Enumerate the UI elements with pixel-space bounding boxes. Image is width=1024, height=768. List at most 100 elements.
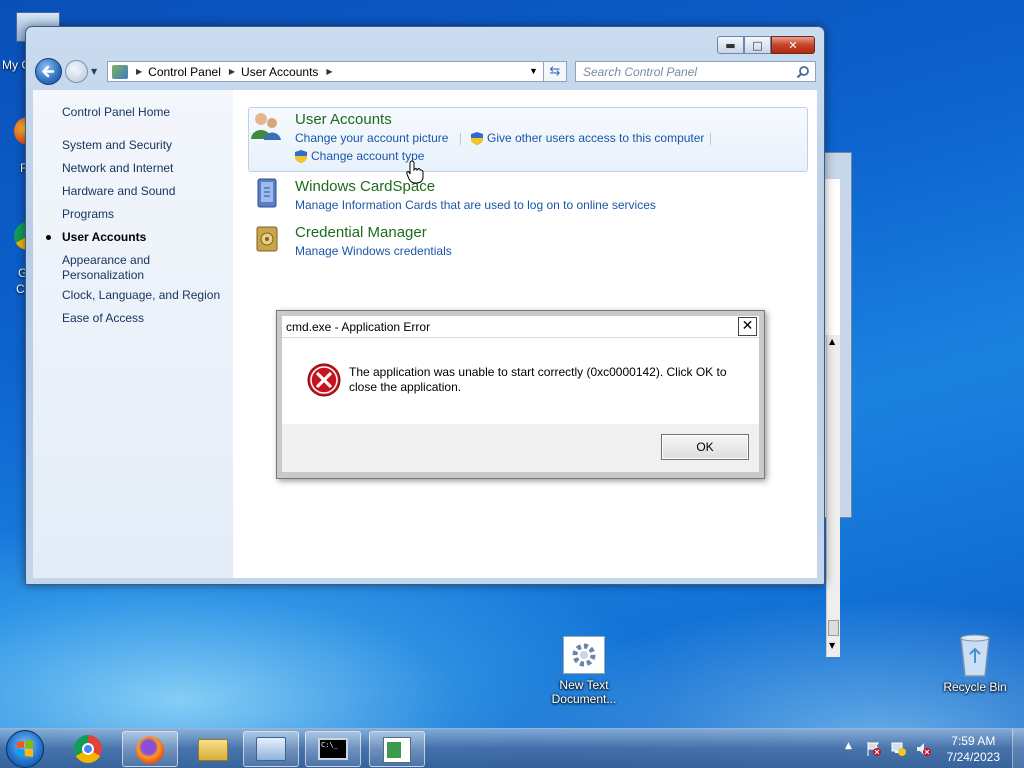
desktop-icon-recycle-bin[interactable]: Recycle Bin <box>930 632 1020 694</box>
search-icon[interactable] <box>796 65 810 79</box>
uac-shield-icon <box>471 132 483 145</box>
scroll-up-arrow-icon[interactable]: ▲ <box>829 337 835 346</box>
refresh-icon: ⇆ <box>549 64 561 79</box>
background-window-scrollbar[interactable]: ▲ ▼ <box>826 335 840 657</box>
nav-appearance-and-personalization[interactable]: Appearance and Personalization <box>62 253 150 283</box>
system-clock[interactable]: 7:59 AM 7/24/2023 <box>947 733 1000 765</box>
speaker-muted-icon[interactable] <box>915 741 931 757</box>
breadcrumb-arrow-icon[interactable]: ▶ <box>229 67 235 76</box>
link-manage-information-cards[interactable]: Manage Information Cards that are used t… <box>295 198 656 212</box>
scroll-down-arrow-icon[interactable]: ▼ <box>829 641 835 650</box>
action-center-flag-icon[interactable] <box>866 741 882 757</box>
windows-logo-icon <box>17 740 33 757</box>
scrollbar-thumb[interactable] <box>828 620 839 636</box>
address-bar[interactable]: ▶ Control Panel ▶ User Accounts ▶ ▼ <box>107 61 567 82</box>
error-icon <box>307 363 341 397</box>
error-message-line: close the application. <box>349 380 462 394</box>
desktop-icon-label: New Text <box>559 678 609 692</box>
desktop-icon-label: Recycle Bin <box>943 680 1007 694</box>
application-error-dialog[interactable]: cmd.exe - Application Error ✕ The applic… <box>276 310 765 479</box>
error-message: The application was unable to start corr… <box>349 365 739 395</box>
nav-programs[interactable]: Programs <box>62 207 114 222</box>
error-message-line: The application was unable to start corr… <box>349 365 727 379</box>
hand-cursor-icon <box>406 160 424 184</box>
recent-pages-dropdown[interactable]: ▼ <box>91 67 97 76</box>
address-dropdown-icon[interactable]: ▼ <box>529 66 538 76</box>
show-hidden-icons-button[interactable]: ▲ <box>845 741 852 751</box>
taskbar-windows-explorer[interactable] <box>185 731 241 767</box>
command-prompt-icon: C:\_ <box>318 738 348 760</box>
nav-system-and-security[interactable]: System and Security <box>62 138 172 153</box>
dialog-close-button[interactable]: ✕ <box>738 317 757 336</box>
desktop-icon-firefox-partial[interactable]: F <box>0 115 42 177</box>
taskbar-firefox[interactable] <box>122 731 178 767</box>
nav-hardware-and-sound[interactable]: Hardware and Sound <box>62 184 175 199</box>
link-give-other-users-access[interactable]: Give other users access to this computer <box>487 131 704 145</box>
folder-icon <box>198 739 228 761</box>
link-change-account-picture[interactable]: Change your account picture <box>295 131 448 145</box>
recycle-bin-icon <box>953 632 997 677</box>
dialog-body: The application was unable to start corr… <box>282 338 759 424</box>
network-error-icon[interactable] <box>891 741 907 757</box>
user-accounts-icon <box>251 113 281 140</box>
control-panel-window[interactable]: ▬ □ ✕ ▼ ▶ Control Panel ▶ User Accounts … <box>25 26 825 585</box>
breadcrumb-arrow-icon[interactable]: ▶ <box>326 67 332 76</box>
firefox-icon <box>136 736 164 764</box>
maximize-icon: □ <box>752 38 763 52</box>
taskbar: C:\_ ▲ 7:59 AM 7/24/2023 <box>0 728 1024 768</box>
forward-arrow-icon <box>72 67 83 76</box>
cardspace-icon <box>257 178 277 208</box>
nav-label-line: Personalization <box>62 268 145 282</box>
search-input[interactable]: Search Control Panel <box>575 61 816 82</box>
control-panel-icon <box>112 64 128 79</box>
selected-bullet-icon <box>46 235 51 240</box>
link-separator <box>710 133 711 145</box>
taskbar-application-error[interactable] <box>369 731 425 767</box>
nav-user-accounts[interactable]: User Accounts <box>62 230 146 245</box>
nav-ease-of-access[interactable]: Ease of Access <box>62 311 144 326</box>
maximize-button[interactable]: □ <box>744 36 771 54</box>
ok-button[interactable]: OK <box>661 434 749 460</box>
taskbar-chrome[interactable] <box>60 731 116 767</box>
caption-buttons: ▬ □ ✕ <box>717 36 815 55</box>
clock-time: 7:59 AM <box>951 734 996 748</box>
breadcrumb-arrow-icon[interactable]: ▶ <box>136 67 142 76</box>
nav-clock-language-region[interactable]: Clock, Language, and Region <box>62 288 220 303</box>
nav-control-panel-home[interactable]: Control Panel Home <box>62 105 170 120</box>
navigation-pane: Control Panel Home System and Security N… <box>33 90 233 578</box>
chrome-icon <box>74 735 102 763</box>
dialog-footer: OK <box>282 424 759 472</box>
dialog-title: cmd.exe - Application Error <box>286 320 431 334</box>
uac-shield-icon <box>295 150 307 163</box>
minimize-icon: ▬ <box>725 38 736 52</box>
control-panel-icon <box>256 737 286 761</box>
nav-network-and-internet[interactable]: Network and Internet <box>62 161 173 176</box>
link-manage-windows-credentials[interactable]: Manage Windows credentials <box>295 244 452 258</box>
back-arrow-icon <box>41 65 55 78</box>
show-desktop-button[interactable] <box>1012 729 1024 768</box>
category-title-credential-manager[interactable]: Credential Manager <box>295 224 427 241</box>
desktop-icon-chrome-partial[interactable]: G C <box>0 220 42 298</box>
back-button[interactable] <box>35 58 62 85</box>
desktop-icon-new-text-document[interactable]: New Text Document... <box>539 636 629 706</box>
taskbar-command-prompt[interactable]: C:\_ <box>305 731 361 767</box>
desktop-icon-label: Document... <box>551 692 617 706</box>
search-placeholder: Search Control Panel <box>583 65 698 79</box>
category-title-user-accounts[interactable]: User Accounts <box>295 111 392 128</box>
credential-manager-icon <box>256 226 278 252</box>
breadcrumb-user-accounts[interactable]: User Accounts <box>241 65 318 79</box>
forward-button[interactable] <box>65 60 88 83</box>
clock-date: 7/24/2023 <box>946 750 1000 764</box>
dialog-titlebar[interactable]: cmd.exe - Application Error ✕ <box>282 316 759 338</box>
close-icon: ✕ <box>741 318 754 334</box>
close-button[interactable]: ✕ <box>771 36 815 54</box>
taskbar-control-panel[interactable] <box>243 731 299 767</box>
refresh-button[interactable]: ⇆ <box>543 61 567 82</box>
start-button[interactable] <box>6 730 44 768</box>
settings-file-icon <box>563 636 605 674</box>
breadcrumb-control-panel[interactable]: Control Panel <box>148 65 221 79</box>
dialog-window-icon <box>383 737 411 763</box>
nav-label-line: Appearance and <box>62 253 151 267</box>
desktop-icon-label: C <box>16 282 25 296</box>
minimize-button[interactable]: ▬ <box>717 36 744 54</box>
